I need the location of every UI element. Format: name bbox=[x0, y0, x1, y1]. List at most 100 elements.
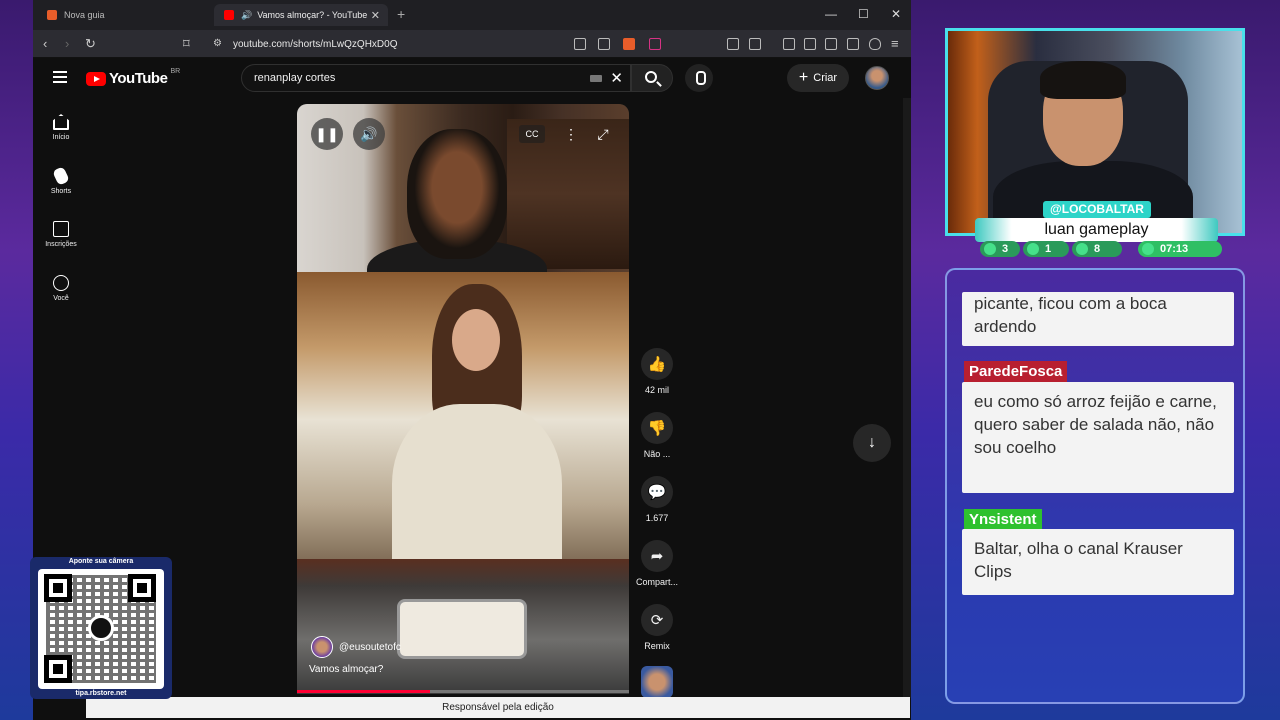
shorts-icon bbox=[52, 166, 70, 186]
maximize-icon[interactable]: ☐ bbox=[858, 7, 869, 21]
site-settings-icon[interactable]: ⚙ bbox=[213, 38, 222, 49]
brave-rewards-icon[interactable] bbox=[649, 38, 661, 50]
game-name: luan gameplay bbox=[975, 218, 1218, 242]
volume-button[interactable]: 🔊 bbox=[353, 118, 385, 150]
bookmark-icon[interactable]: ⌑ bbox=[183, 36, 190, 52]
qr-code bbox=[38, 569, 164, 689]
extensions-icon[interactable] bbox=[727, 38, 739, 50]
fullscreen-icon[interactable]: ⤢ bbox=[587, 118, 619, 150]
hamburger-menu-icon[interactable] bbox=[53, 71, 67, 83]
next-video-button[interactable]: ↓ bbox=[853, 424, 891, 462]
tab-new[interactable]: Nova guia bbox=[37, 4, 213, 26]
speaker-icon: 🔊 bbox=[241, 9, 253, 20]
subscriptions-icon bbox=[53, 221, 69, 237]
chat-message-text: Baltar, olha o canal Krauser Clips bbox=[974, 539, 1183, 581]
dislike-label: Não ... bbox=[643, 449, 671, 459]
back-icon[interactable]: ‹ bbox=[43, 36, 47, 51]
sidebar-item-shorts[interactable]: Shorts bbox=[33, 166, 89, 195]
new-tab-icon[interactable]: + bbox=[397, 6, 405, 22]
pause-button[interactable]: ❚❚ bbox=[311, 118, 343, 150]
music-icon[interactable] bbox=[783, 38, 795, 50]
sidebar-item-home[interactable]: Início bbox=[33, 114, 89, 141]
share-button[interactable]: ➦ Compart... bbox=[631, 540, 683, 587]
sidebar-item-subscriptions[interactable]: Inscrições bbox=[33, 221, 89, 248]
youtube-play-icon bbox=[86, 71, 106, 86]
streamer-hair bbox=[1040, 61, 1126, 99]
keyboard-icon[interactable] bbox=[590, 75, 602, 82]
sidebar-item-label: Você bbox=[53, 295, 69, 302]
sidebar-item-you[interactable]: Você bbox=[33, 275, 89, 302]
share-icon[interactable] bbox=[598, 38, 610, 50]
home-icon bbox=[53, 114, 69, 130]
microphone-icon bbox=[88, 615, 114, 641]
remix-button[interactable]: ⟳ Remix bbox=[631, 604, 683, 651]
address-bar[interactable]: youtube.com/shorts/mLwQzQHxD0Q bbox=[233, 39, 398, 50]
tab-youtube[interactable]: 🔊 Vamos almoçar? - YouTube ✕ bbox=[214, 4, 388, 26]
like-count: 42 mil bbox=[644, 385, 669, 395]
create-button[interactable]: + Criar bbox=[787, 64, 849, 92]
close-tab-icon[interactable]: ✕ bbox=[371, 9, 380, 22]
dislike-button[interactable]: 👎 Não ... bbox=[631, 412, 683, 459]
clear-search-icon[interactable]: ✕ bbox=[610, 69, 623, 87]
account-avatar[interactable] bbox=[865, 66, 889, 90]
chat-username: Ynsistent bbox=[964, 509, 1042, 530]
streamer-handle: @LOCOBALTAR bbox=[1043, 201, 1151, 218]
audio-thumbnail bbox=[641, 666, 673, 698]
search-button[interactable] bbox=[631, 64, 673, 92]
screenshot-icon[interactable] bbox=[749, 38, 761, 50]
sidebar-item-label: Inscrições bbox=[45, 241, 77, 248]
search-input[interactable]: renanplay cortes ✕ bbox=[241, 64, 631, 92]
captions-icon[interactable]: CC bbox=[519, 125, 545, 143]
more-options-icon[interactable]: ⋮ bbox=[555, 118, 587, 150]
sidebar-item-label: Início bbox=[52, 134, 70, 141]
channel-info[interactable]: @eusoutetofc bbox=[311, 636, 401, 658]
brave-icon bbox=[47, 10, 57, 20]
tab-strip: Nova guia 🔊 Vamos almoçar? - YouTube ✕ +… bbox=[33, 0, 911, 30]
qr-finder bbox=[44, 655, 72, 683]
reload-icon[interactable]: ↻ bbox=[85, 36, 96, 52]
sub-count: 8 bbox=[1072, 241, 1122, 257]
tab-title: Vamos almoçar? - YouTube bbox=[257, 10, 368, 20]
sidebar-toggle-icon[interactable] bbox=[804, 38, 816, 50]
stream-timer: 07:13 bbox=[1138, 241, 1222, 257]
chat-message: eu como só arroz feijão e carne, quero s… bbox=[962, 382, 1234, 493]
comments-button[interactable]: 💬 1.677 bbox=[631, 476, 683, 523]
remix-label: Remix bbox=[644, 641, 670, 651]
sidebar-item-label: Shorts bbox=[50, 188, 72, 195]
youtube-header: YouTube BR renanplay cortes ✕ + Criar bbox=[33, 58, 911, 98]
chat-panel: picante, ficou com a boca ardendo Parede… bbox=[945, 268, 1245, 704]
rice-tray bbox=[397, 599, 527, 659]
woman-face bbox=[452, 309, 500, 371]
editor-credit: Responsável pela edição bbox=[86, 697, 910, 718]
create-label: Criar bbox=[813, 72, 838, 84]
viewer-count: 1 bbox=[1023, 241, 1069, 257]
remix-icon: ⟳ bbox=[641, 604, 673, 636]
channel-name[interactable]: @eusoutetofc bbox=[339, 642, 401, 653]
region-code: BR bbox=[170, 68, 181, 75]
cast-icon[interactable] bbox=[574, 38, 586, 50]
progress-bar[interactable] bbox=[297, 690, 629, 693]
voice-search-button[interactable] bbox=[685, 64, 713, 92]
leo-ai-icon[interactable] bbox=[847, 38, 859, 50]
close-window-icon[interactable]: ✕ bbox=[891, 7, 901, 21]
tab-title: Nova guia bbox=[64, 10, 105, 20]
youtube-favicon-icon bbox=[224, 10, 234, 20]
forward-icon[interactable]: › bbox=[65, 36, 69, 51]
qr-code-panel: Aponte sua câmera tipa.rbstore.net bbox=[30, 557, 172, 699]
search-query: renanplay cortes bbox=[254, 72, 336, 84]
nav-bar: ‹ › ↻ ⌑ ⚙ youtube.com/shorts/mLwQzQHxD0Q… bbox=[33, 30, 911, 58]
chat-username: ParedeFosca bbox=[964, 361, 1068, 382]
like-button[interactable]: 👍 42 mil bbox=[631, 348, 683, 395]
youtube-logo[interactable]: YouTube BR bbox=[86, 68, 181, 87]
wallet-icon[interactable] bbox=[825, 38, 837, 50]
chat-message: Baltar, olha o canal Krauser Clips bbox=[962, 529, 1234, 595]
channel-avatar[interactable] bbox=[311, 636, 333, 658]
thumbs-up-icon: 👍 bbox=[641, 348, 673, 380]
vpn-icon[interactable] bbox=[869, 38, 881, 50]
scrollbar[interactable] bbox=[903, 98, 911, 698]
shorts-video-player[interactable]: ❚❚ 🔊 CC ⋮ ⤢ @eusoutetofc Vamos almoçar? bbox=[297, 104, 629, 694]
menu-icon[interactable]: ≡ bbox=[891, 36, 899, 51]
minimize-icon[interactable]: — bbox=[825, 7, 837, 21]
you-icon bbox=[53, 275, 69, 291]
brave-shields-icon[interactable] bbox=[623, 38, 635, 50]
